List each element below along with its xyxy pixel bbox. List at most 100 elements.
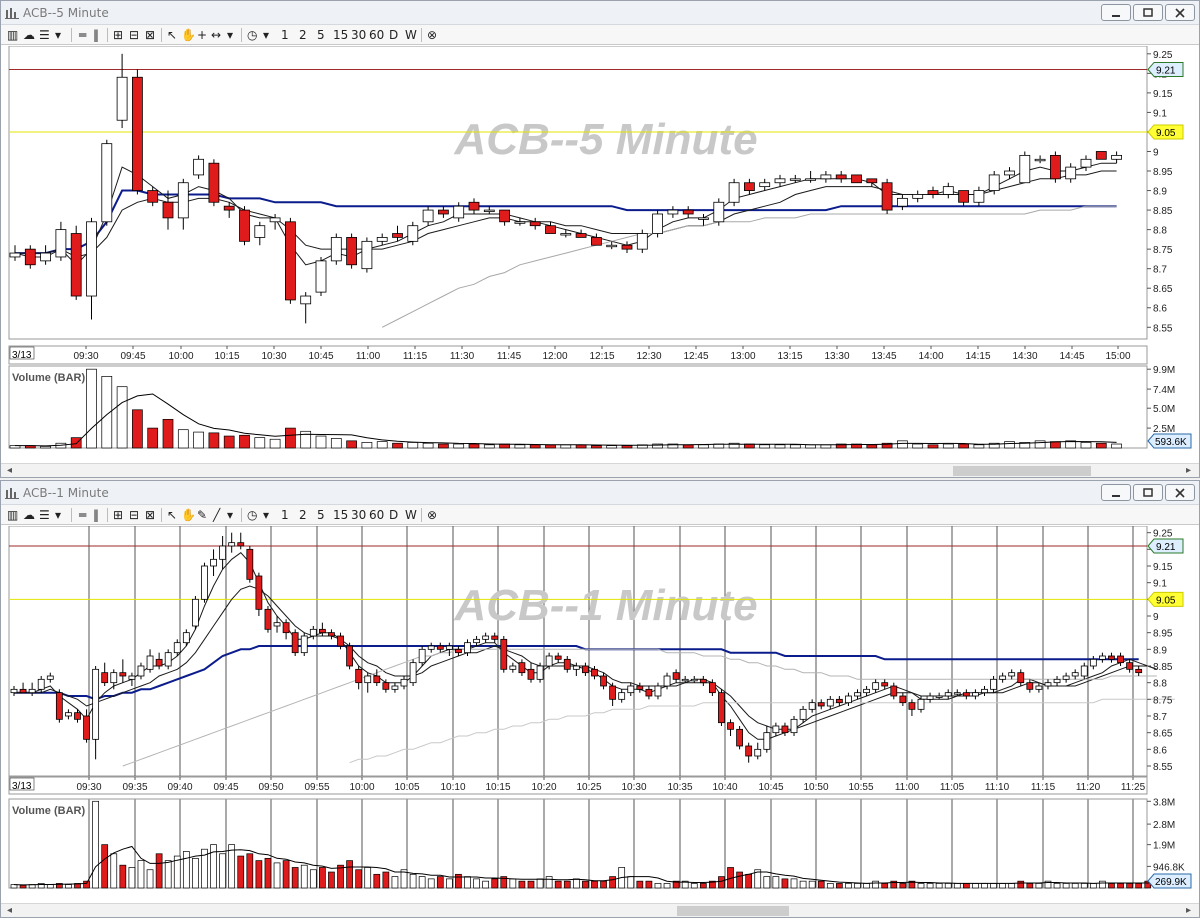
pointer-icon[interactable]: ↖ xyxy=(167,27,177,43)
scrollbar-thumb[interactable] xyxy=(677,906,789,916)
scroll-left-icon[interactable]: ◂ xyxy=(7,905,12,916)
period-15[interactable]: 15 xyxy=(333,507,348,523)
clock-icon[interactable]: ◷ xyxy=(247,507,257,523)
chart-area[interactable]: ACB--1 Minute9.259.29.159.19.0598.958.98… xyxy=(1,526,1199,904)
zoom-fit-icon[interactable]: ⊠ xyxy=(145,507,155,523)
candle-body-up xyxy=(690,678,698,682)
horizontal-scrollbar[interactable]: ◂ ▸ xyxy=(1,903,1199,917)
chart-area[interactable]: ACB--5 Minute9.259.29.159.19.0598.958.98… xyxy=(1,46,1199,464)
volume-bar xyxy=(606,445,618,449)
scroll-right-icon[interactable]: ▸ xyxy=(1186,905,1191,916)
horizontal-split-icon[interactable]: ═ xyxy=(79,507,86,523)
candle-body-down xyxy=(545,225,556,234)
close-button[interactable] xyxy=(1165,4,1195,21)
candle-09:35 xyxy=(70,225,82,300)
candle-body-up xyxy=(101,143,113,223)
measure-icon[interactable]: ↔ xyxy=(211,27,221,43)
pencil-icon[interactable]: ✎ xyxy=(197,507,207,523)
crosshair-icon[interactable]: + xyxy=(197,27,207,43)
hand-icon[interactable]: ✋ xyxy=(181,507,196,523)
hand-icon[interactable]: ✋ xyxy=(181,27,196,43)
candle-body-up xyxy=(652,213,663,234)
drawing-icon[interactable]: ☁ xyxy=(23,507,35,523)
volume-bar xyxy=(600,880,607,889)
candle-10:08 xyxy=(418,646,426,666)
close-button[interactable] xyxy=(1165,484,1195,501)
volume-bar xyxy=(899,883,907,889)
maximize-button[interactable] xyxy=(1133,4,1163,21)
properties-icon[interactable]: ☰ xyxy=(39,27,50,43)
chevron-down-icon[interactable]: ▾ xyxy=(227,507,233,523)
period-daily[interactable]: D xyxy=(389,507,398,523)
candle-body-up xyxy=(826,698,834,707)
scroll-right-icon[interactable]: ▸ xyxy=(1186,465,1191,476)
chevron-down-icon[interactable]: ▾ xyxy=(55,507,61,523)
chevron-down-icon[interactable]: ▾ xyxy=(263,27,269,43)
x-tick-label: 10:35 xyxy=(667,782,692,793)
chevron-down-icon[interactable]: ▾ xyxy=(227,27,233,43)
volume-bar xyxy=(591,880,598,889)
window-titlebar[interactable]: ACB--5 Minute xyxy=(1,1,1199,25)
horizontal-split-icon[interactable]: ═ xyxy=(79,27,86,43)
period-1[interactable]: 1 xyxy=(281,507,289,523)
x-tick-label: 10:20 xyxy=(531,782,556,793)
volume-bar xyxy=(999,883,1006,889)
minimize-button[interactable] xyxy=(1101,484,1131,501)
candle-body-up xyxy=(772,725,780,734)
line-tool-icon[interactable]: ╱ xyxy=(213,507,220,523)
chart-type-icon[interactable]: ▥ xyxy=(7,27,18,43)
zoom-in-icon[interactable]: ⊞ xyxy=(113,27,123,43)
period-30[interactable]: 30 xyxy=(351,27,366,43)
zoom-out-icon[interactable]: ⊟ xyxy=(129,27,139,43)
properties-icon[interactable]: ☰ xyxy=(39,507,50,523)
x-tick-label: 14:15 xyxy=(965,351,990,362)
period-weekly[interactable]: W xyxy=(405,507,417,523)
pointer-icon[interactable]: ↖ xyxy=(167,507,177,523)
period-weekly[interactable]: W xyxy=(405,27,417,43)
volume-bar xyxy=(917,883,925,889)
volume-bar xyxy=(116,386,128,449)
period-60[interactable]: 60 xyxy=(369,507,384,523)
vertical-split-icon[interactable]: ‖ xyxy=(93,507,99,523)
candle-body-down xyxy=(382,682,390,690)
scroll-left-icon[interactable]: ◂ xyxy=(7,465,12,476)
period-2[interactable]: 2 xyxy=(299,27,307,43)
candle-body-down xyxy=(962,692,970,697)
period-5[interactable]: 5 xyxy=(317,27,325,43)
window-titlebar[interactable]: ACB--1 Minute xyxy=(1,481,1199,505)
period-1[interactable]: 1 xyxy=(281,27,289,43)
drawing-icon[interactable]: ☁ xyxy=(23,27,35,43)
horizontal-scrollbar[interactable]: ◂ ▸ xyxy=(1,463,1199,477)
y-tick-label: 9.15 xyxy=(1153,89,1173,100)
candle-body-up xyxy=(177,182,189,219)
candle-body-up xyxy=(763,732,771,750)
maximize-button[interactable] xyxy=(1133,484,1163,501)
candle-body-up xyxy=(210,558,217,567)
period-60[interactable]: 60 xyxy=(369,27,384,43)
period-daily[interactable]: D xyxy=(389,27,398,43)
period-30[interactable]: 30 xyxy=(351,507,366,523)
zoom-fit-icon[interactable]: ⊠ xyxy=(145,27,155,43)
zoom-out-icon[interactable]: ⊟ xyxy=(129,507,139,523)
cancel-icon[interactable]: ⊗ xyxy=(427,27,437,43)
volume-bar xyxy=(162,418,174,449)
period-2[interactable]: 2 xyxy=(299,507,307,523)
minimize-button[interactable] xyxy=(1101,4,1131,21)
chevron-down-icon[interactable]: ▾ xyxy=(263,507,269,523)
volume-bar xyxy=(246,853,254,889)
vertical-split-icon[interactable]: ‖ xyxy=(93,27,99,43)
chart-type-icon[interactable]: ▥ xyxy=(7,507,18,523)
chevron-down-icon[interactable]: ▾ xyxy=(55,27,61,43)
clock-icon[interactable]: ◷ xyxy=(247,27,257,43)
candle-09:44 xyxy=(201,562,208,603)
candle-body-up xyxy=(228,542,236,547)
price-tag-label: 9.21 xyxy=(1156,542,1176,553)
cancel-icon[interactable]: ⊗ xyxy=(427,507,437,523)
candle-body-down xyxy=(131,76,143,191)
period-5[interactable]: 5 xyxy=(317,507,325,523)
scrollbar-thumb[interactable] xyxy=(953,466,1091,476)
zoom-in-icon[interactable]: ⊞ xyxy=(113,507,123,523)
volume-bar xyxy=(529,444,541,449)
period-15[interactable]: 15 xyxy=(333,27,348,43)
candle-body-down xyxy=(346,237,358,266)
